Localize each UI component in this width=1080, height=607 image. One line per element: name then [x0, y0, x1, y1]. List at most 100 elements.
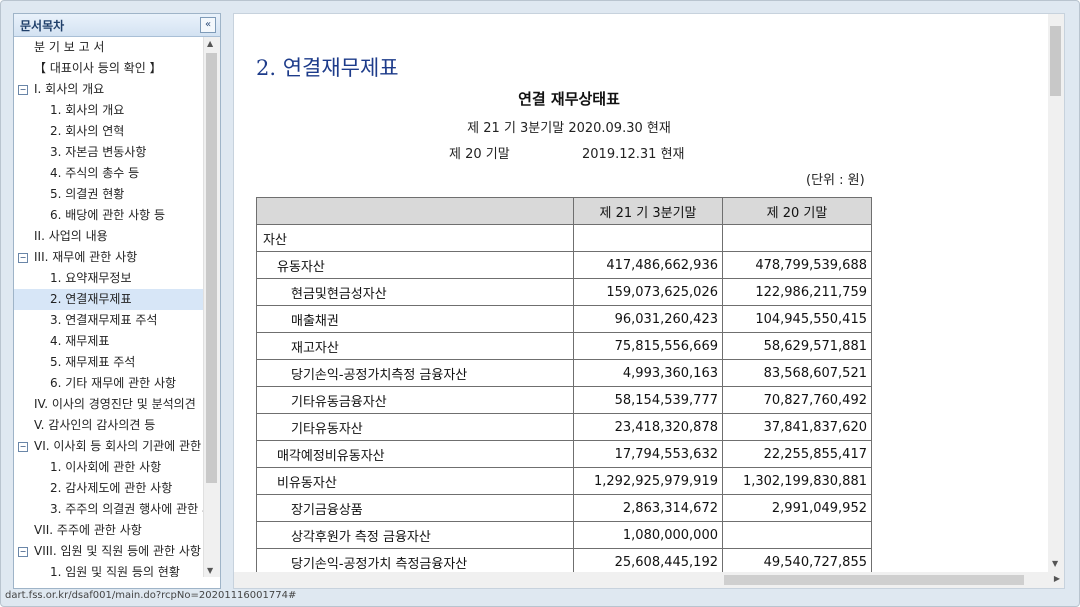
toc-title: 문서목차	[20, 19, 65, 33]
scroll-right-icon[interactable]: ▶	[1054, 574, 1060, 583]
toc-item[interactable]: V. 감사인의 감사의견 등	[14, 415, 206, 436]
account-name-cell: 기타유동금융자산	[256, 386, 574, 414]
current-value-cell: 23,418,320,878	[573, 413, 723, 441]
account-name-cell: 기타유동자산	[256, 413, 574, 441]
toc-item-label: 3. 자본금 변동사항	[50, 145, 147, 159]
toc-item[interactable]: 3. 연결재무제표 주석	[14, 310, 206, 331]
toc-item[interactable]: IV. 이사의 경영진단 및 분석의견	[14, 394, 206, 415]
toc-item[interactable]: 6. 배당에 관한 사항 등	[14, 205, 206, 226]
account-name-cell: 장기금융상품	[256, 494, 574, 522]
scroll-down-icon[interactable]: ▼	[207, 566, 213, 575]
toc-item[interactable]: 5. 의결권 현황	[14, 184, 206, 205]
current-value-cell: 1,292,925,979,919	[573, 467, 723, 495]
toc-item[interactable]: 1. 요약재무정보	[14, 268, 206, 289]
current-value-cell: 58,154,539,777	[573, 386, 723, 414]
toc-item-label: IV. 이사의 경영진단 및 분석의견	[34, 397, 196, 411]
toc-item[interactable]: 5. 재무제표 주석	[14, 352, 206, 373]
toc-item[interactable]: − I. 회사의 개요	[14, 79, 206, 100]
current-value-cell: 4,993,360,163	[573, 359, 723, 387]
scroll-up-icon[interactable]: ▲	[207, 39, 213, 48]
account-name-cell: 재고자산	[256, 332, 574, 360]
toc-item[interactable]: 분 기 보 고 서	[14, 37, 206, 58]
collapse-sidebar-icon[interactable]: «	[200, 17, 216, 33]
current-value-cell: 96,031,260,423	[573, 305, 723, 333]
table-row: 당기손익-공정가치측정 금융자산 4,993,360,163 83,568,607,…	[256, 359, 872, 387]
toc-item[interactable]: 1. 이사회에 관한 사항	[14, 457, 206, 478]
account-name-cell: 매각예정비유동자산	[256, 440, 574, 468]
account-name-cell: 자산	[256, 224, 574, 252]
toc-sidebar: 문서목차 « 분 기 보 고 서 【 대표이사 등의 확인 】 − I. 회사의 개요…	[13, 13, 221, 589]
toc-scrollbar[interactable]: ▲ ▼	[203, 37, 220, 577]
table-row: 유동자산 417,486,662,936 478,799,539,688	[256, 251, 872, 279]
toc-item[interactable]: VII. 주주에 관한 사항	[14, 520, 206, 541]
toc-item[interactable]: 2. 감사제도에 관한 사항	[14, 478, 206, 499]
horizontal-scroll-thumb[interactable]	[724, 575, 1024, 585]
toc-item-label: 2. 연결재무제표	[50, 292, 132, 306]
toc-item[interactable]: 4. 재무제표	[14, 331, 206, 352]
toc-item-label: V. 감사인의 감사의견 등	[34, 418, 156, 432]
scroll-down-icon[interactable]: ▼	[1052, 559, 1058, 568]
toc-item-label: 분 기 보 고 서	[34, 40, 105, 54]
balance-sheet-table: 제 21 기 3분기말 제 20 기말 자산 유동자산 417,486,662,93…	[256, 197, 872, 576]
statement-title: 연결 재무상태표	[518, 90, 620, 108]
document-scroll-thumb[interactable]	[1050, 26, 1061, 96]
toc-item[interactable]: − VIII. 임원 및 직원 등에 관한 사항	[14, 541, 206, 562]
toc-item-label: 4. 재무제표	[50, 334, 110, 348]
header-cell-account	[256, 197, 574, 225]
toc-item[interactable]: 3. 자본금 변동사항	[14, 142, 206, 163]
table-row: 재고자산 75,815,556,669 58,629,571,881	[256, 332, 872, 360]
unit-label: (단위 : 원)	[806, 173, 865, 188]
prior-value-cell: 122,986,211,759	[722, 278, 872, 306]
collapse-node-icon[interactable]: −	[18, 442, 28, 452]
toc-item-label: 2. 회사의 연혁	[50, 124, 125, 138]
current-value-cell: 417,486,662,936	[573, 251, 723, 279]
toc-item-label: III. 재무에 관한 사항	[34, 250, 138, 264]
section-title: 2. 연결재무제표	[256, 56, 399, 80]
collapse-node-icon[interactable]: −	[18, 547, 28, 557]
prior-value-cell: 37,841,837,620	[722, 413, 872, 441]
prior-value-cell: 104,945,550,415	[722, 305, 872, 333]
current-value-cell: 75,815,556,669	[573, 332, 723, 360]
toc-item-label: 【 대표이사 등의 확인 】	[34, 61, 162, 75]
account-name-cell: 현금및현금성자산	[256, 278, 574, 306]
toc-item[interactable]: −VI. 이사회 등 회사의 기관에 관한 사항	[14, 436, 206, 457]
toc-item-label: 1. 이사회에 관한 사항	[50, 460, 162, 474]
current-value-cell: 2,863,314,672	[573, 494, 723, 522]
toc-tree: 분 기 보 고 서 【 대표이사 등의 확인 】 − I. 회사의 개요 1. 회사의 …	[14, 37, 206, 577]
toc-scroll-thumb[interactable]	[206, 53, 217, 483]
prior-value-cell: 2,991,049,952	[722, 494, 872, 522]
table-row: 기타유동자산 23,418,320,878 37,841,837,620	[256, 413, 872, 441]
account-name-cell: 상각후원가 측정 금융자산	[256, 521, 574, 549]
toc-item[interactable]: 2. 연결재무제표	[14, 289, 206, 310]
toc-item[interactable]: 4. 주식의 총수 등	[14, 163, 206, 184]
account-name-cell: 매출채권	[256, 305, 574, 333]
toc-item-label: VIII. 임원 및 직원 등에 관한 사항	[34, 544, 201, 558]
prior-value-cell: 58,629,571,881	[722, 332, 872, 360]
toc-item[interactable]: 1. 임원 및 직원 등의 현황	[14, 562, 206, 577]
prior-value-cell: 22,255,855,417	[722, 440, 872, 468]
collapse-node-icon[interactable]: −	[18, 253, 28, 263]
document-viewer: 2. 연결재무제표 연결 재무상태표 제 21 기 3분기말 2020.09.3…	[233, 13, 1065, 589]
toc-item-label: 1. 회사의 개요	[50, 103, 125, 117]
document-vertical-scrollbar[interactable]: ▼	[1048, 14, 1064, 574]
toc-item-label: VI. 이사회 등 회사의 기관에 관한 사항	[34, 439, 206, 453]
prior-value-cell: 478,799,539,688	[722, 251, 872, 279]
header-cell-current: 제 21 기 3분기말	[573, 197, 723, 225]
table-row: 현금및현금성자산 159,073,625,026 122,986,211,759	[256, 278, 872, 306]
current-value-cell	[573, 224, 723, 252]
document-horizontal-scrollbar[interactable]: ▶	[234, 572, 1064, 588]
toc-item[interactable]: − III. 재무에 관한 사항	[14, 247, 206, 268]
browser-frame: 문서목차 « 분 기 보 고 서 【 대표이사 등의 확인 】 − I. 회사의 개요…	[0, 0, 1080, 607]
toc-item[interactable]: 3. 주주의 의결권 행사에 관한 사항	[14, 499, 206, 520]
toc-item[interactable]: 【 대표이사 등의 확인 】	[14, 58, 206, 79]
prior-period-date: 2019.12.31 현재	[582, 147, 685, 162]
current-period: 제 21 기 3분기말 2020.09.30 현재	[467, 121, 671, 136]
toc-item[interactable]: 2. 회사의 연혁	[14, 121, 206, 142]
collapse-node-icon[interactable]: −	[18, 85, 28, 95]
toc-item[interactable]: 1. 회사의 개요	[14, 100, 206, 121]
table-row: 장기금융상품 2,863,314,672 2,991,049,952	[256, 494, 872, 522]
toc-item[interactable]: II. 사업의 내용	[14, 226, 206, 247]
toc-item[interactable]: 6. 기타 재무에 관한 사항	[14, 373, 206, 394]
table-row: 기타유동금융자산 58,154,539,777 70,827,760,492	[256, 386, 872, 414]
account-name-cell: 당기손익-공정가치측정 금융자산	[256, 359, 574, 387]
